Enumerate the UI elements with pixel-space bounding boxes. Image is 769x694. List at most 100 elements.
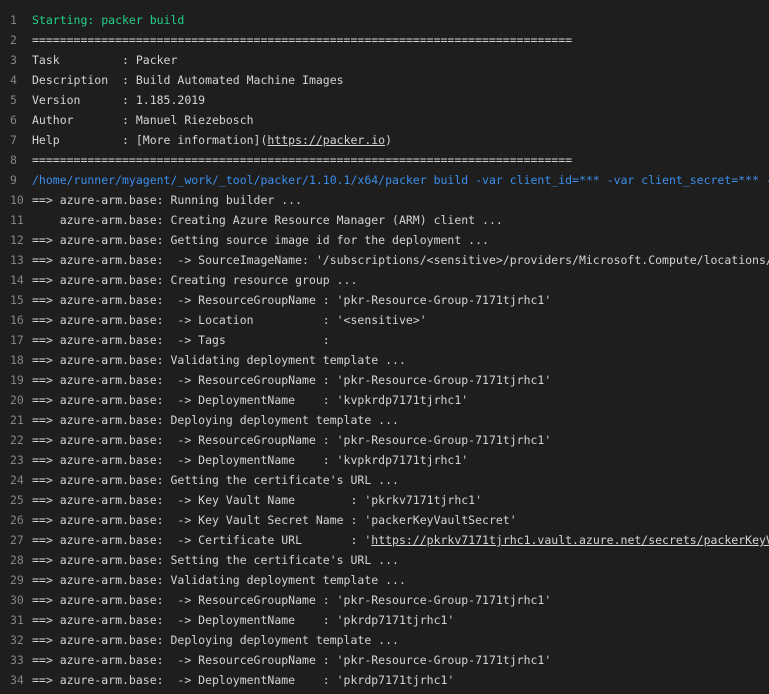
- line-number: 25: [10, 493, 24, 507]
- log-line: 30 ==> azure-arm.base: -> ResourceGroupNa…: [0, 590, 769, 610]
- line-number: 15: [10, 293, 24, 307]
- log-text: Help : [More information](https://packer…: [32, 130, 769, 150]
- log-text: ==> azure-arm.base: -> ResourceGroupName…: [32, 370, 769, 390]
- log-line: 31 ==> azure-arm.base: -> DeploymentName …: [0, 610, 769, 630]
- log-text-segment: Help : [More information](: [32, 133, 268, 147]
- log-text: ==> azure-arm.base: -> Key Vault Name : …: [32, 490, 769, 510]
- log-link[interactable]: https://pkrkv7171tjrhc1.vault.azure.net/…: [371, 533, 769, 547]
- log-text-segment: ========================================…: [32, 153, 573, 167]
- log-text-segment: ==> azure-arm.base: -> DeploymentName : …: [32, 613, 455, 627]
- log-text-segment: ==> azure-arm.base: -> ResourceGroupName…: [32, 373, 552, 387]
- log-line: 26 ==> azure-arm.base: -> Key Vault Secre…: [0, 510, 769, 530]
- line-number: 16: [10, 313, 24, 327]
- log-text-segment: ==> azure-arm.base: -> ResourceGroupName…: [32, 293, 552, 307]
- build-log: 1 Starting: packer build 2 ================…: [0, 10, 769, 690]
- log-text: ==> azure-arm.base: -> Key Vault Secret …: [32, 510, 769, 530]
- log-text-segment: ==> azure-arm.base: -> ResourceGroupName…: [32, 593, 552, 607]
- log-text: Description : Build Automated Machine Im…: [32, 70, 769, 90]
- log-text: ==> azure-arm.base: -> Certificate URL :…: [32, 530, 769, 550]
- log-line: 33 ==> azure-arm.base: -> ResourceGroupNa…: [0, 650, 769, 670]
- log-text: Starting: packer build: [32, 10, 769, 30]
- log-text-segment: Author : Manuel Riezebosch: [32, 113, 254, 127]
- line-number: 32: [10, 633, 24, 647]
- log-text: ==> azure-arm.base: Validating deploymen…: [32, 570, 769, 590]
- log-line: 18 ==> azure-arm.base: Validating deploym…: [0, 350, 769, 370]
- log-text: ==> azure-arm.base: -> ResourceGroupName…: [32, 590, 769, 610]
- log-line: 19 ==> azure-arm.base: -> ResourceGroupNa…: [0, 370, 769, 390]
- log-text-segment: ==> azure-arm.base: -> DeploymentName : …: [32, 673, 455, 687]
- log-text-segment: ==> azure-arm.base: -> Key Vault Secret …: [32, 513, 517, 527]
- log-link[interactable]: https://packer.io: [267, 133, 385, 147]
- log-text-segment: ==> azure-arm.base: -> DeploymentName : …: [32, 393, 469, 407]
- log-text: ==> azure-arm.base: -> ResourceGroupName…: [32, 430, 769, 450]
- line-number: 27: [10, 533, 24, 547]
- line-number: 34: [10, 673, 24, 687]
- log-text: ==> azure-arm.base: -> SourceImageName: …: [32, 250, 769, 270]
- log-line: 29 ==> azure-arm.base: Validating deploym…: [0, 570, 769, 590]
- log-line: 15 ==> azure-arm.base: -> ResourceGroupNa…: [0, 290, 769, 310]
- line-number: 20: [10, 393, 24, 407]
- log-text-segment: ==> azure-arm.base: -> Tags :: [32, 333, 330, 347]
- line-number: 33: [10, 653, 24, 667]
- log-line: 16 ==> azure-arm.base: -> Location : '<se…: [0, 310, 769, 330]
- log-line: 24 ==> azure-arm.base: Getting the certif…: [0, 470, 769, 490]
- log-text-segment: ==> azure-arm.base: -> Location : '<sens…: [32, 313, 427, 327]
- log-line: 8 =======================================…: [0, 150, 769, 170]
- log-line: 17 ==> azure-arm.base: -> Tags :: [0, 330, 769, 350]
- log-text: ==> azure-arm.base: -> Location : '<sens…: [32, 310, 769, 330]
- log-text: ==> azure-arm.base: -> DeploymentName : …: [32, 450, 769, 470]
- line-number: 24: [10, 473, 24, 487]
- log-text: ==> azure-arm.base: -> DeploymentName : …: [32, 390, 769, 410]
- log-line: 23 ==> azure-arm.base: -> DeploymentName …: [0, 450, 769, 470]
- line-number: 22: [10, 433, 24, 447]
- log-text-segment: ==> azure-arm.base: Running builder ...: [32, 193, 303, 207]
- log-text: azure-arm.base: Creating Azure Resource …: [32, 210, 769, 230]
- line-number: 31: [10, 613, 24, 627]
- log-line: 5 Version : 1.185.2019: [0, 90, 769, 110]
- log-line: 10 ==> azure-arm.base: Running builder ..…: [0, 190, 769, 210]
- log-text: ========================================…: [32, 150, 769, 170]
- log-line: 3 Task : Packer: [0, 50, 769, 70]
- log-text: ==> azure-arm.base: Deploying deployment…: [32, 410, 769, 430]
- line-number: 5: [10, 93, 17, 107]
- log-text-segment: ==> azure-arm.base: Validating deploymen…: [32, 573, 406, 587]
- log-text: ==> azure-arm.base: -> ResourceGroupName…: [32, 650, 769, 670]
- log-text: ==> azure-arm.base: Running builder ...: [32, 190, 769, 210]
- line-number: 2: [10, 33, 17, 47]
- log-text: Version : 1.185.2019: [32, 90, 769, 110]
- log-line: 25 ==> azure-arm.base: -> Key Vault Name …: [0, 490, 769, 510]
- log-text-segment: ==> azure-arm.base: -> Key Vault Name : …: [32, 493, 483, 507]
- log-line: 2 =======================================…: [0, 30, 769, 50]
- line-number: 8: [10, 153, 17, 167]
- log-line: 7 Help : [More information](https://packe…: [0, 130, 769, 150]
- log-text-segment: ==> azure-arm.base: Validating deploymen…: [32, 353, 406, 367]
- log-text: ==> azure-arm.base: -> ResourceGroupName…: [32, 290, 769, 310]
- log-line: 9/home/runner/myagent/_work/_tool/packer…: [0, 170, 769, 190]
- log-line: 4 Description : Build Automated Machine I…: [0, 70, 769, 90]
- line-number: 30: [10, 593, 24, 607]
- log-text-segment: /home/runner/myagent/_work/_tool/packer/…: [32, 173, 769, 187]
- line-number: 9: [10, 173, 17, 187]
- log-line: 22 ==> azure-arm.base: -> ResourceGroupNa…: [0, 430, 769, 450]
- line-number: 7: [10, 133, 17, 147]
- line-number: 14: [10, 273, 24, 287]
- log-text-segment: ==> azure-arm.base: -> ResourceGroupName…: [32, 653, 552, 667]
- log-text: ==> azure-arm.base: Getting the certific…: [32, 470, 769, 490]
- log-text-segment: ==> azure-arm.base: -> ResourceGroupName…: [32, 433, 552, 447]
- line-number: 3: [10, 53, 17, 67]
- line-number: 12: [10, 233, 24, 247]
- log-line: 34 ==> azure-arm.base: -> DeploymentName …: [0, 670, 769, 690]
- log-text: ========================================…: [32, 30, 769, 50]
- line-number: 23: [10, 453, 24, 467]
- log-text: Author : Manuel Riezebosch: [32, 110, 769, 130]
- log-line: 1 Starting: packer build: [0, 10, 769, 30]
- log-line: 11 azure-arm.base: Creating Azure Resour…: [0, 210, 769, 230]
- log-line: 12 ==> azure-arm.base: Getting source ima…: [0, 230, 769, 250]
- log-text-segment: ==> azure-arm.base: Deploying deployment…: [32, 633, 399, 647]
- log-line: 21 ==> azure-arm.base: Deploying deployme…: [0, 410, 769, 430]
- log-text: /home/runner/myagent/_work/_tool/packer/…: [32, 170, 769, 190]
- log-text-segment: ==> azure-arm.base: -> DeploymentName : …: [32, 453, 469, 467]
- log-text-segment: azure-arm.base: Creating Azure Resource …: [32, 213, 503, 227]
- line-number: 10: [10, 193, 24, 207]
- log-text-segment: Task : Packer: [32, 53, 178, 67]
